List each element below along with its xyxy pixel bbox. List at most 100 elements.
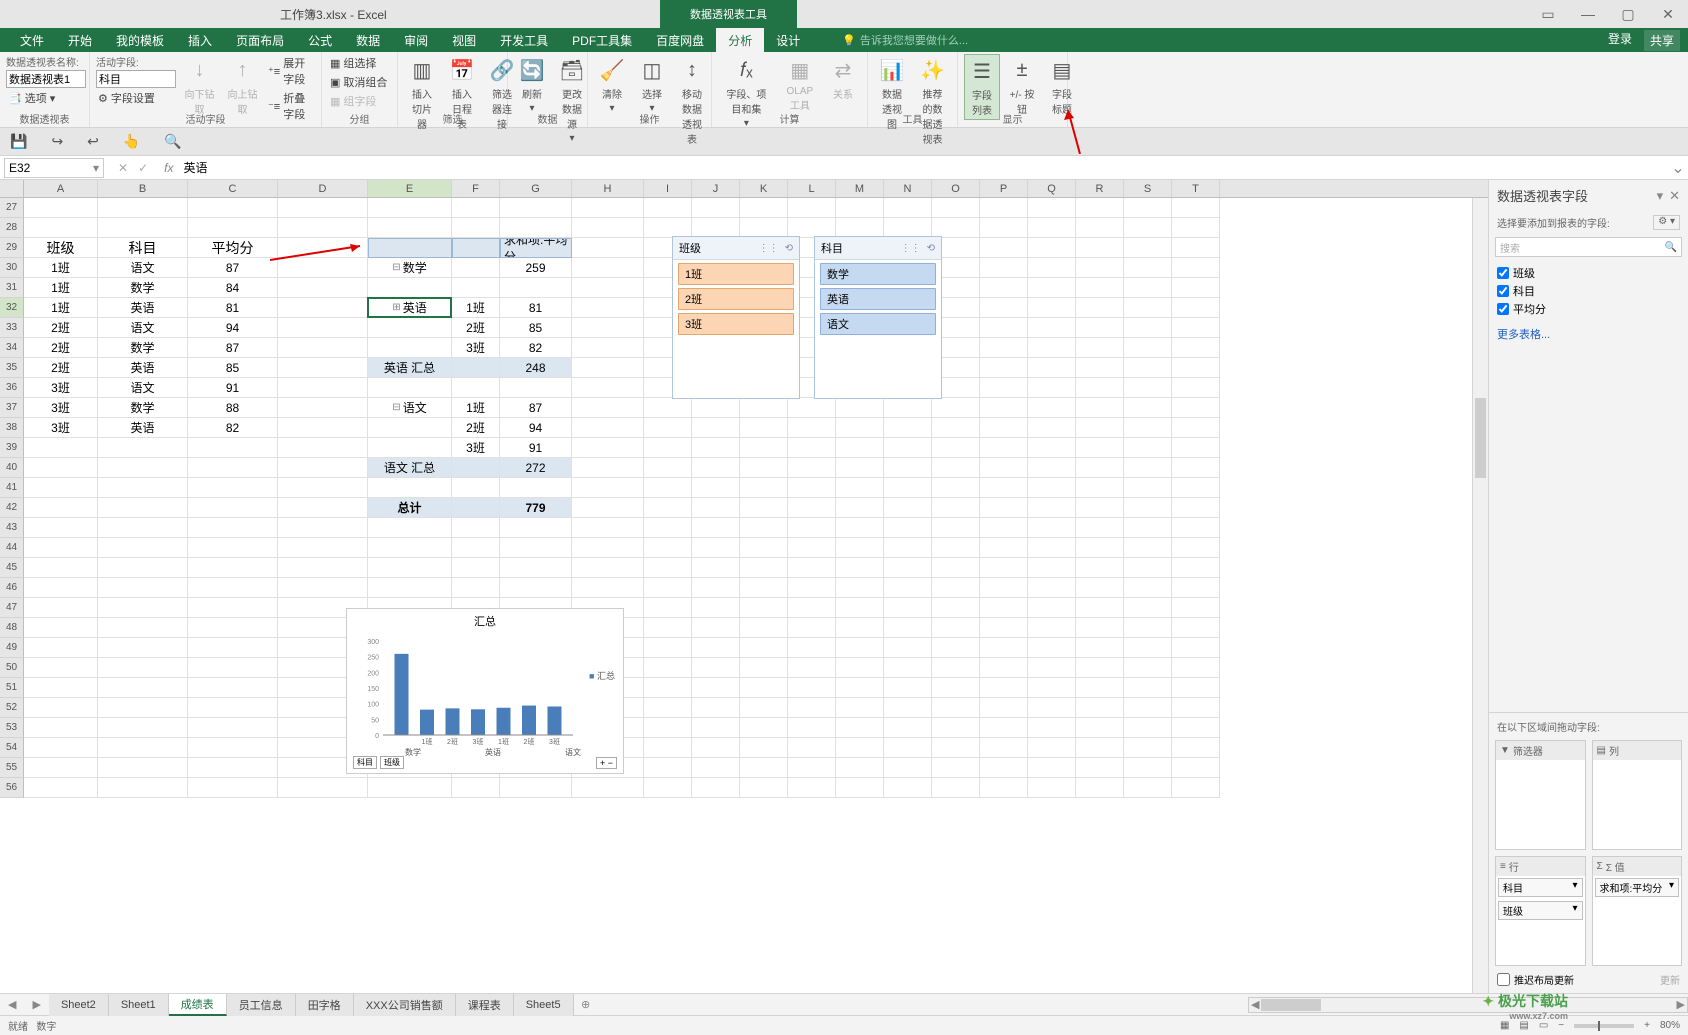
cell[interactable] bbox=[188, 718, 278, 738]
cell[interactable] bbox=[692, 498, 740, 518]
slicer-item[interactable]: 1班 bbox=[678, 263, 794, 285]
cell[interactable] bbox=[932, 638, 980, 658]
cell[interactable] bbox=[188, 698, 278, 718]
add-sheet-button[interactable]: ⊕ bbox=[574, 998, 598, 1011]
cell[interactable] bbox=[1028, 598, 1076, 618]
cell[interactable] bbox=[884, 558, 932, 578]
expand-field-button[interactable]: ⁺≡ 展开字段 bbox=[266, 54, 315, 88]
cell[interactable] bbox=[1124, 478, 1172, 498]
col-header-C[interactable]: C bbox=[188, 180, 278, 197]
cell[interactable] bbox=[740, 558, 788, 578]
cell[interactable] bbox=[932, 598, 980, 618]
cell[interactable] bbox=[278, 558, 368, 578]
defer-layout-checkbox[interactable] bbox=[1497, 973, 1510, 986]
cell[interactable] bbox=[1076, 578, 1124, 598]
cell[interactable] bbox=[644, 658, 692, 678]
filter-area[interactable]: ▼筛选器 bbox=[1495, 740, 1586, 850]
cell[interactable] bbox=[788, 718, 836, 738]
cell[interactable] bbox=[932, 218, 980, 238]
cell[interactable] bbox=[836, 558, 884, 578]
cell[interactable] bbox=[692, 658, 740, 678]
pivot-name-input[interactable] bbox=[6, 70, 86, 88]
cell[interactable] bbox=[1076, 698, 1124, 718]
cell[interactable] bbox=[98, 678, 188, 698]
cell[interactable] bbox=[836, 638, 884, 658]
cell[interactable] bbox=[368, 338, 452, 358]
cell[interactable] bbox=[980, 358, 1028, 378]
cell[interactable] bbox=[1172, 698, 1220, 718]
cell[interactable]: 3班 bbox=[24, 378, 98, 398]
cell[interactable] bbox=[644, 418, 692, 438]
col-header-I[interactable]: I bbox=[644, 180, 692, 197]
cell[interactable] bbox=[1076, 758, 1124, 778]
cell[interactable] bbox=[188, 778, 278, 798]
row-header-55[interactable]: 55 bbox=[0, 758, 24, 778]
cell[interactable]: 87 bbox=[500, 398, 572, 418]
tell-me-search[interactable]: 💡 告诉我您想要做什么... bbox=[842, 32, 968, 48]
cell[interactable] bbox=[188, 638, 278, 658]
cell[interactable] bbox=[1124, 418, 1172, 438]
cell[interactable]: 779 bbox=[500, 498, 572, 518]
row-pill[interactable]: 班级▾ bbox=[1498, 901, 1583, 920]
row-header-31[interactable]: 31 bbox=[0, 278, 24, 298]
cell[interactable] bbox=[368, 438, 452, 458]
cell[interactable] bbox=[98, 738, 188, 758]
cell[interactable]: 1班 bbox=[24, 258, 98, 278]
cell[interactable]: 语文 bbox=[98, 318, 188, 338]
cell[interactable] bbox=[278, 298, 368, 318]
cell[interactable] bbox=[692, 558, 740, 578]
clear-filter-icon[interactable]: ⟲ bbox=[927, 243, 935, 254]
cell[interactable] bbox=[644, 578, 692, 598]
cell[interactable] bbox=[644, 498, 692, 518]
cell[interactable] bbox=[1124, 358, 1172, 378]
cell[interactable] bbox=[278, 258, 368, 278]
ungroup-button[interactable]: ▣ 取消组合 bbox=[328, 73, 389, 91]
col-header-A[interactable]: A bbox=[24, 180, 98, 197]
cell[interactable] bbox=[368, 518, 452, 538]
cell[interactable] bbox=[572, 558, 644, 578]
page-break-view-icon[interactable]: ▭ bbox=[1539, 1020, 1548, 1031]
cell[interactable]: 88 bbox=[188, 398, 278, 418]
normal-view-icon[interactable]: ▦ bbox=[1500, 1020, 1509, 1031]
sheet-nav-prev-icon[interactable]: ◀ bbox=[0, 998, 24, 1011]
cell[interactable] bbox=[932, 198, 980, 218]
cell[interactable] bbox=[278, 358, 368, 378]
cell[interactable] bbox=[788, 498, 836, 518]
cell[interactable] bbox=[24, 558, 98, 578]
cell[interactable] bbox=[788, 698, 836, 718]
cell[interactable] bbox=[1028, 418, 1076, 438]
cell[interactable] bbox=[740, 478, 788, 498]
cell[interactable] bbox=[692, 478, 740, 498]
formula-input[interactable]: 英语 bbox=[183, 159, 207, 176]
cell[interactable] bbox=[452, 518, 500, 538]
cell[interactable] bbox=[1124, 618, 1172, 638]
cell[interactable] bbox=[24, 458, 98, 478]
cell[interactable] bbox=[188, 458, 278, 478]
row-header-47[interactable]: 47 bbox=[0, 598, 24, 618]
field-checkbox[interactable] bbox=[1497, 267, 1509, 279]
cell[interactable] bbox=[884, 398, 932, 418]
cell[interactable]: 2班 bbox=[24, 358, 98, 378]
cell[interactable]: 1班 bbox=[24, 298, 98, 318]
cell[interactable] bbox=[980, 238, 1028, 258]
cell[interactable] bbox=[692, 198, 740, 218]
cell[interactable] bbox=[980, 418, 1028, 438]
cell[interactable] bbox=[1028, 738, 1076, 758]
cell[interactable] bbox=[740, 438, 788, 458]
cell[interactable] bbox=[884, 678, 932, 698]
field-pane-dropdown-icon[interactable]: ▾ bbox=[1657, 188, 1664, 204]
group-selection-button[interactable]: ▦ 组选择 bbox=[328, 54, 389, 72]
cell[interactable] bbox=[740, 518, 788, 538]
cell[interactable] bbox=[1076, 298, 1124, 318]
cell[interactable] bbox=[932, 498, 980, 518]
ribbon-tab-插入[interactable]: 插入 bbox=[176, 28, 224, 52]
cell[interactable] bbox=[278, 498, 368, 518]
pivot-chart[interactable]: 汇总 0501001502002503001班2班3班1班2班3班数学英语语文 … bbox=[346, 608, 624, 774]
row-header-51[interactable]: 51 bbox=[0, 678, 24, 698]
cell[interactable] bbox=[1172, 778, 1220, 798]
cell[interactable] bbox=[1172, 238, 1220, 258]
row-header-40[interactable]: 40 bbox=[0, 458, 24, 478]
cell[interactable] bbox=[368, 538, 452, 558]
cell[interactable] bbox=[1076, 498, 1124, 518]
undo-icon[interactable]: ↩ bbox=[87, 133, 99, 150]
